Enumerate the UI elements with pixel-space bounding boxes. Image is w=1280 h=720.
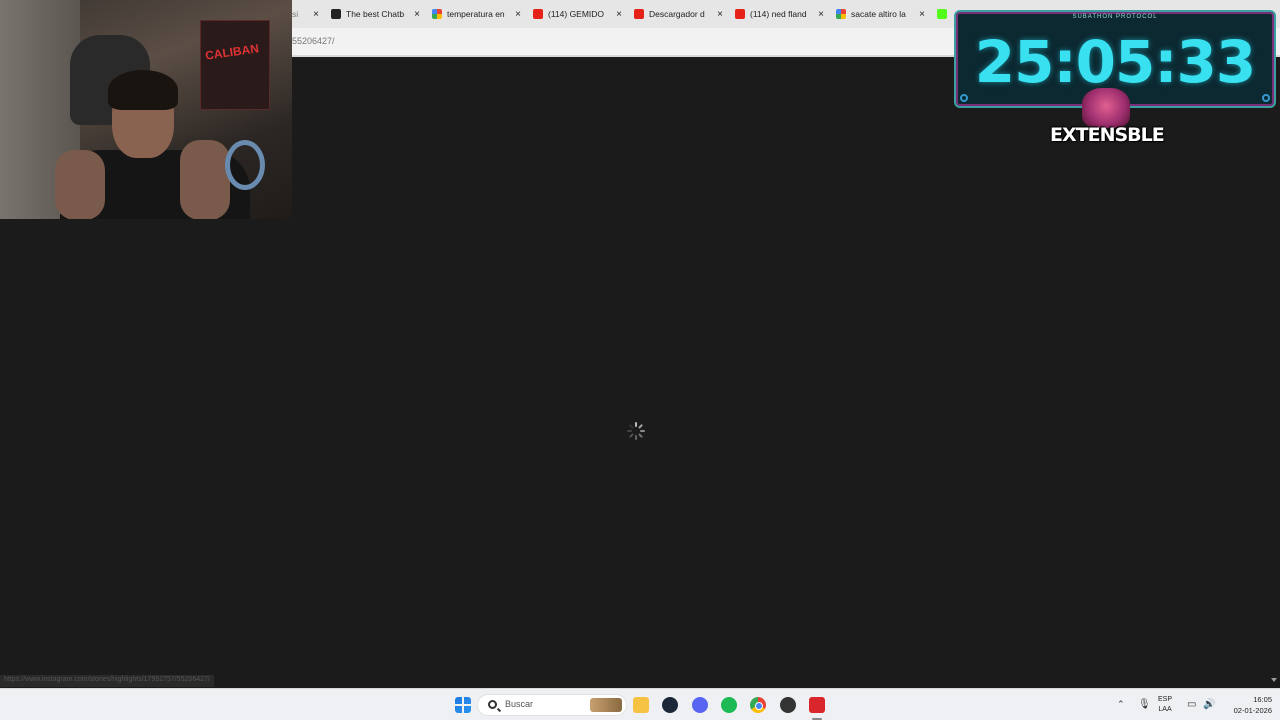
google-icon [432,9,442,19]
timer-value: 25:05:33 [974,28,1257,96]
close-tab-icon[interactable]: × [515,9,521,20]
obs-icon[interactable] [780,697,796,713]
timer-corner-icon [960,94,968,102]
loading-spinner-icon [627,422,645,440]
close-tab-icon[interactable]: × [414,9,420,20]
browser-tab[interactable]: temperatura en × [426,0,527,28]
browser-tab[interactable]: (114) ned fland × [729,0,830,28]
demon-logo-icon [1082,88,1130,128]
clock-time: 16:05 [1253,695,1272,704]
timer-label: SUBATHON PROTOCOL [1072,14,1158,20]
close-tab-icon[interactable]: × [313,9,319,20]
close-tab-icon[interactable]: × [616,9,622,20]
lang-line2: LAA [1158,706,1172,713]
lang-line1: ESP [1158,696,1173,703]
browser-tab[interactable]: si × [292,0,325,28]
search-placeholder: Buscar [505,699,534,709]
webcam-person-arm [55,150,105,219]
webcam-poster [200,20,270,110]
search-highlight-icon [590,698,622,712]
close-tab-icon[interactable]: × [818,9,824,20]
tab-label: The best Chatb [346,9,405,19]
webcam-feed: CALIBAN [0,0,292,219]
browser-tab[interactable]: sacate altiro la × [830,0,931,28]
tab-label: si [292,9,299,19]
google-icon [836,9,846,19]
webcam-person-arm [180,140,230,219]
browser-tab[interactable]: (114) GEMIDO × [527,0,628,28]
browser-tab[interactable]: The best Chatb × [325,0,426,28]
clock[interactable]: 16:05 02-01-2026 [1234,694,1272,716]
tab-label: Descargador d [649,9,705,19]
tab-label: temperatura en [447,9,505,19]
volume-icon[interactable]: 🔊 [1203,699,1215,710]
close-tab-icon[interactable]: × [717,9,723,20]
github-icon [331,9,341,19]
tab-label: (114) ned fland [750,9,807,19]
tab-label: (114) GEMIDO [548,9,605,19]
clock-date: 02-01-2026 [1233,706,1272,715]
discord-icon[interactable] [692,697,708,713]
link-status-bar: https://www.instagram.com/stories/highli… [0,675,214,687]
steam-icon[interactable] [662,697,678,713]
language-indicator[interactable]: ESP LAA [1158,695,1172,715]
microphone-icon[interactable]: 🎙 [1138,699,1151,710]
windows-start-icon[interactable] [455,697,471,713]
chrome-icon[interactable] [750,697,766,713]
downloader-icon [634,9,644,19]
youtube-icon [533,9,543,19]
headset-icon [225,140,265,190]
taskbar: Buscar ⌃ 🎙 ESP LAA ▭ 🔊 16:05 02-01-2026 [0,688,1280,720]
taskbar-search[interactable]: Buscar [477,694,627,716]
app-icon[interactable] [809,697,825,713]
timer-corner-icon [1262,94,1270,102]
tab-label: sacate altiro la [851,9,906,19]
file-explorer-icon[interactable] [633,697,649,713]
chevron-up-icon[interactable]: ⌃ [1117,699,1125,710]
search-icon [488,700,497,709]
close-tab-icon[interactable]: × [919,9,925,20]
network-icon[interactable]: ▭ [1187,699,1196,710]
webcam-person-hair [108,70,178,110]
extensible-badge: EXTENSBLE [1050,88,1165,160]
url-text: 55206427/ [292,36,335,46]
badge-text: EXTENSBLE [1050,124,1165,146]
spotify-icon[interactable] [721,697,737,713]
scroll-down-icon[interactable] [1271,678,1277,682]
browser-tab[interactable]: Descargador d × [628,0,729,28]
youtube-icon [735,9,745,19]
screen: https://www.instagram.com/stories/highli… [0,0,1280,720]
kick-icon [937,9,947,19]
